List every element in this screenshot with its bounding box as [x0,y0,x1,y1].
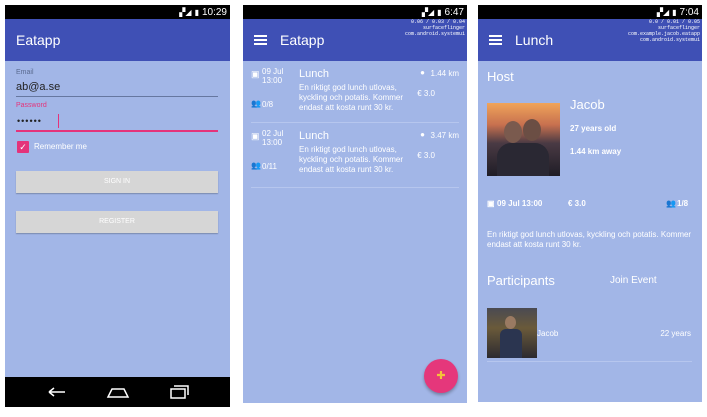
register-button[interactable]: REGISTER [16,211,218,233]
app-title: Lunch [515,32,554,48]
event-list-screen: ▞◢ ▮ 6:47 Eatapp 0.06 / 0.03 / 0.04 surf… [243,5,467,403]
status-bar: ▞◢ ▮ 7:04 [478,5,702,19]
add-event-button[interactable]: ✚ [424,359,458,393]
location-pin-icon: ● [420,130,425,139]
menu-icon[interactable] [489,34,502,46]
event-description: En riktigt god lunch utlovas, kyckling o… [299,83,404,112]
battery-icon: ▮ [672,7,677,17]
location-pin-icon: ● [420,68,425,77]
app-bar: Eatapp [5,19,230,61]
event-distance: 3.47 km [430,131,459,140]
event-description: En riktigt god lunch utlovas, kyckling o… [487,230,692,249]
calendar-icon: ▣ [251,69,260,79]
people-icon: 👥 [251,99,261,108]
remember-me-checkbox[interactable]: ✓ [17,141,29,153]
status-bar: ▞◢ ▮ 6:47 [243,5,467,19]
host-heading: Host [487,69,514,84]
event-price: € 3.0 [417,89,435,98]
recents-icon[interactable] [169,385,189,399]
login-screen: ▞◢ ▮ 10:29 Eatapp Email ab@a.se Password… [5,5,230,407]
signal-icon: ▞◢ [179,7,192,17]
debug-overlay: 0.06 / 0.03 / 0.04 surfaceflinger com.an… [404,19,465,37]
event-date: 02 Jul 13:00 [262,129,284,147]
host-age: 27 years old [570,124,617,133]
app-title: Eatapp [16,32,61,48]
email-field[interactable]: ab@a.se [16,81,60,93]
event-price: € 3.0 [568,199,586,208]
back-icon[interactable] [46,386,68,398]
debug-overlay: 0.0 / 0.01 / 0.05 surfaceflinger com.exa… [627,19,700,43]
menu-icon[interactable] [254,34,267,46]
remember-me-label: Remember me [34,142,87,151]
event-date: 09 Jul 13:00 [262,67,284,85]
battery-icon: ▮ [437,7,442,17]
host-name: Jacob [570,97,605,112]
event-detail-screen: ▞◢ ▮ 7:04 Lunch 0.0 / 0.01 / 0.05 surfac… [478,5,702,402]
home-icon[interactable] [106,386,130,398]
event-participants: 0/8 [262,100,274,109]
battery-icon: ▮ [194,7,199,17]
nav-bar [5,377,230,407]
host-avatar [487,103,560,176]
status-bar: ▞◢ ▮ 10:29 [5,5,230,19]
event-distance: 1.44 km [430,69,459,78]
people-icon: 👥 [251,161,261,170]
status-time: 7:04 [679,6,699,18]
event-participants: 1/8 [677,199,689,208]
calendar-icon: ▣ [487,199,495,208]
add-icon: ✚ [436,370,446,382]
status-time: 10:29 [201,6,227,18]
password-label: Password [16,102,47,109]
app-title: Eatapp [280,32,325,48]
email-underline [16,96,218,97]
participants-heading: Participants [487,273,555,288]
divider [251,122,459,123]
event-price: € 3.0 [417,151,435,160]
join-event-button[interactable]: Join Event [610,275,657,286]
event-title: Lunch [299,68,329,80]
event-participants: 0/11 [262,162,277,171]
event-title: Lunch [299,130,329,142]
password-underline [16,130,218,132]
event-date: 09 Jul 13:00 [497,199,543,208]
event-description: En riktigt god lunch utlovas, kyckling o… [299,145,404,174]
sign-in-button[interactable]: SIGN IN [16,171,218,193]
password-field[interactable]: •••••• [17,116,42,126]
participant-name: Jacob [537,329,559,338]
divider [487,361,692,362]
participant-avatar [487,308,537,358]
participant-age: 22 years [660,329,691,338]
people-icon: 👥 [666,199,676,208]
email-label: Email [16,69,34,76]
signal-icon: ▞◢ [421,7,435,17]
status-time: 6:47 [444,6,464,18]
calendar-icon: ▣ [251,131,260,141]
divider [251,187,459,188]
host-distance: 1.44 km away [570,147,622,156]
text-cursor [58,114,59,128]
signal-icon: ▞◢ [656,7,670,17]
